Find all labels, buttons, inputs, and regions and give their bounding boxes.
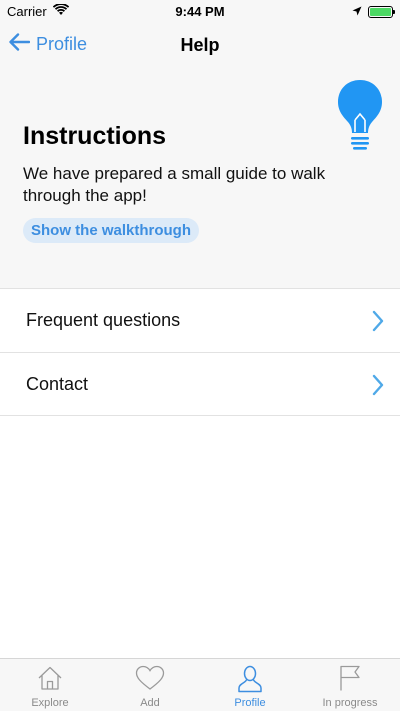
instructions-description: We have prepared a small guide to walk t… [23,164,326,205]
tab-label: In progress [322,697,378,709]
tab-profile[interactable]: Profile [200,659,300,711]
location-arrow-icon [352,4,362,19]
instructions-section: Instructions We have prepared a small gu… [0,68,400,288]
tab-label: Add [140,697,160,709]
lightbulb-icon [336,78,384,159]
chevron-right-icon [372,310,384,337]
tab-in-progress[interactable]: In progress [300,659,400,711]
tab-bar: Explore Add Profile In progress [0,658,400,711]
help-list: Frequent questions Contact [0,288,400,416]
status-bar: Carrier 9:44 PM [0,0,400,22]
tab-add[interactable]: Add [100,659,200,711]
home-icon [37,665,63,696]
battery-icon [368,5,395,18]
tab-label: Explore [31,697,69,709]
tab-label: Profile [234,697,266,709]
help-screen: Carrier 9:44 PM Profile Help Instruction… [0,0,400,711]
page-title: Help [180,35,220,55]
list-item-label: Contact [26,374,89,394]
person-icon [237,665,263,698]
tab-explore[interactable]: Explore [0,659,100,711]
list-item-contact[interactable]: Contact [0,352,400,416]
flag-icon [338,665,362,696]
battery-fill [370,7,391,16]
instructions-title: Instructions [23,122,167,150]
status-right [352,4,395,19]
chevron-right-icon [372,374,384,401]
list-item-label: Frequent questions [26,310,181,330]
heart-icon [135,665,165,696]
list-item-frequent-questions[interactable]: Frequent questions [0,288,400,352]
navigation-bar: Profile Help [0,22,400,68]
status-time: 9:44 PM [175,4,225,19]
show-walkthrough-button[interactable]: Show the walkthrough [23,218,199,243]
